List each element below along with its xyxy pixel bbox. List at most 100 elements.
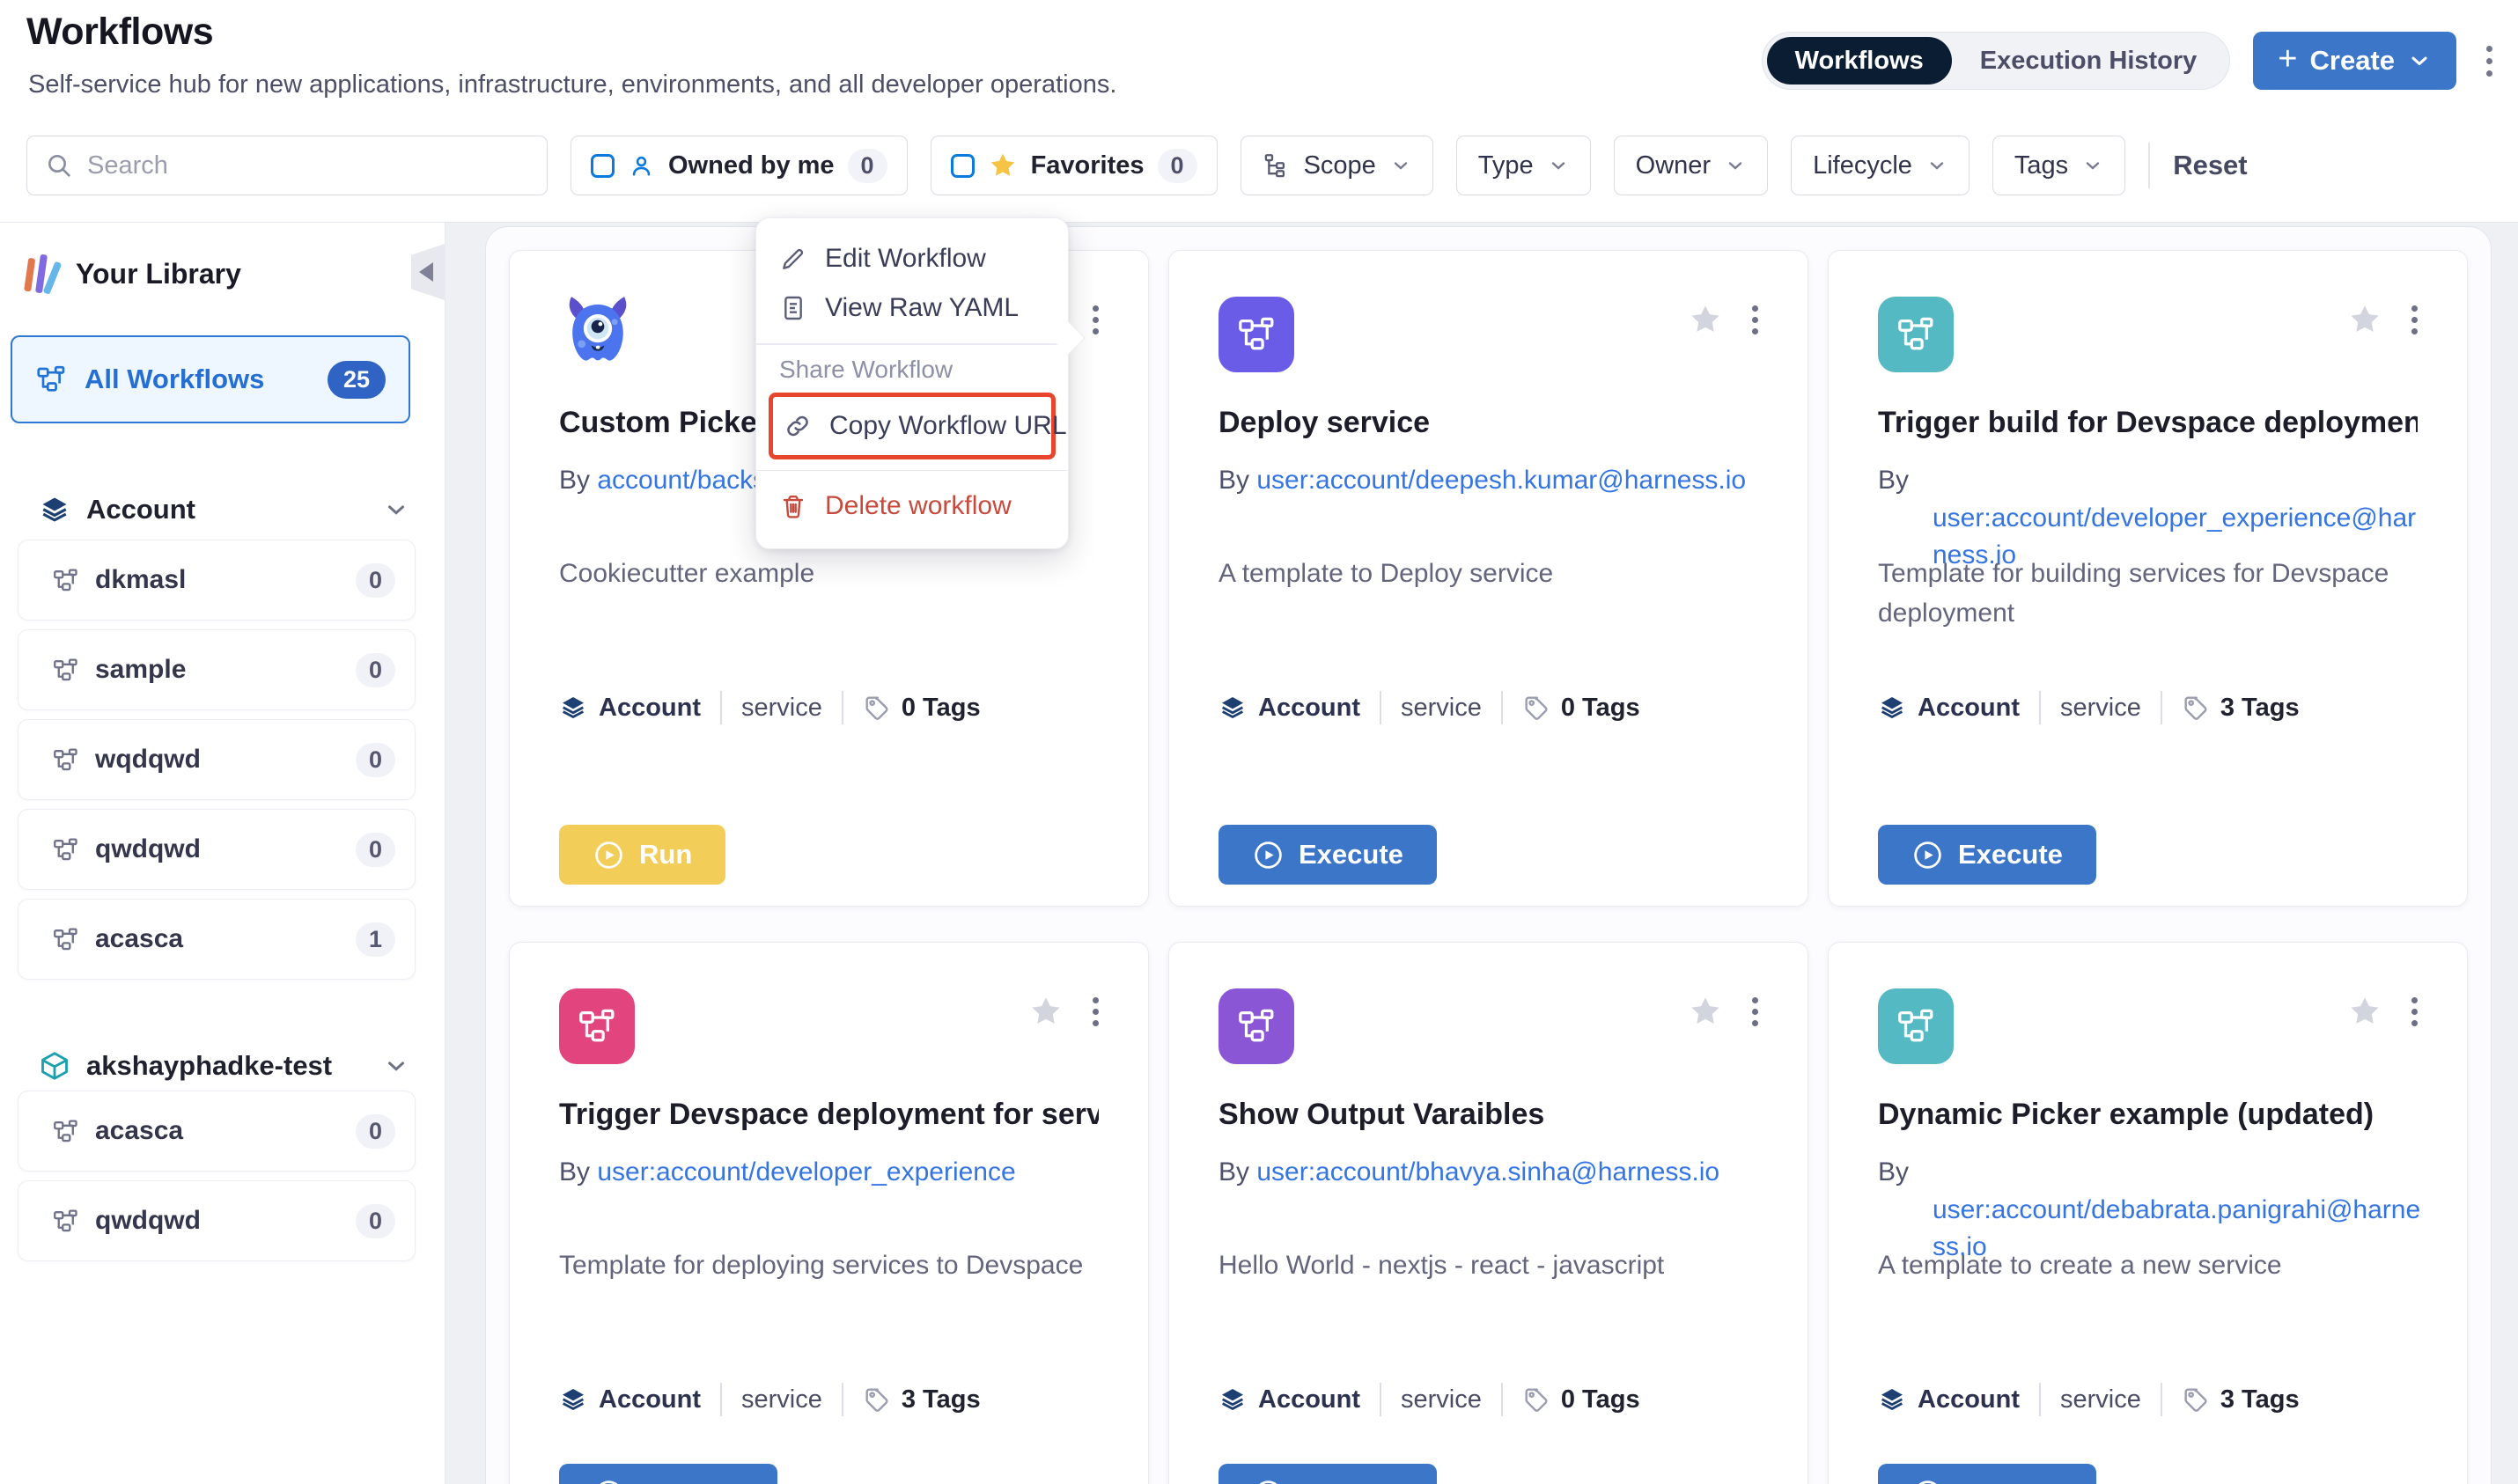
library-header: Your Library xyxy=(26,254,241,293)
tag-icon xyxy=(1522,694,1550,722)
favorite-star-icon[interactable] xyxy=(2347,994,2382,1029)
tab-execution-history[interactable]: Execution History xyxy=(1952,37,2226,84)
workflow-description: Hello World - nextjs - react - javascrip… xyxy=(1219,1245,1758,1285)
sidebar-section-akshayphadke-test[interactable]: akshayphadke-test xyxy=(39,1050,409,1082)
header-actions: Workflows Execution History + Create xyxy=(1762,32,2499,90)
card-kebab-menu-icon[interactable] xyxy=(1748,305,1762,334)
layers-icon xyxy=(1219,694,1247,722)
owner-link[interactable]: user:account/developer_experience xyxy=(597,1157,1015,1186)
lifecycle-dropdown[interactable]: Lifecycle xyxy=(1791,136,1969,195)
sidebar-item-acasca[interactable]: acasca 1 xyxy=(18,899,416,980)
card-kebab-menu-icon[interactable] xyxy=(1088,305,1102,334)
owner-link[interactable]: account/backs xyxy=(597,466,766,495)
chevron-down-icon xyxy=(1926,155,1947,176)
page-subtitle: Self-service hub for new applications, i… xyxy=(28,70,1116,99)
scope-dropdown[interactable]: Scope xyxy=(1241,136,1433,195)
item-count-badge: 0 xyxy=(356,563,395,598)
sidebar-item-dkmasl[interactable]: dkmasl 0 xyxy=(18,540,416,621)
workflow-type-icon xyxy=(1219,988,1294,1064)
workflow-title: Trigger build for Devspace deployment xyxy=(1878,406,2418,440)
workflow-icon xyxy=(52,1118,79,1145)
scope-icon xyxy=(1263,152,1290,180)
execute-button[interactable]: Execute xyxy=(1219,825,1437,885)
chevron-down-icon xyxy=(2407,48,2432,73)
sidebar-item-acasca-2[interactable]: acasca 0 xyxy=(18,1091,416,1172)
layers-icon xyxy=(559,1385,587,1414)
menu-item-delete-workflow[interactable]: Delete workflow xyxy=(779,481,1045,531)
workflow-icon xyxy=(52,746,79,774)
menu-item-edit-workflow[interactable]: Edit Workflow xyxy=(779,234,1045,283)
workflow-description: Cookiecutter example xyxy=(559,554,1099,593)
owner-dropdown[interactable]: Owner xyxy=(1614,136,1768,195)
tag-icon xyxy=(863,1385,891,1414)
workflow-owner-line: By user:account/bhavya.sinha@harness.io xyxy=(1219,1154,1763,1192)
akshayphadke-test-items: acasca 0 qwdqwd 0 xyxy=(18,1091,416,1261)
tag-icon xyxy=(2182,1385,2210,1414)
owner-link[interactable]: user:account/deepesh.kumar@harness.io xyxy=(1256,466,1746,495)
run-button[interactable]: Run xyxy=(559,825,725,885)
favorites-checkbox[interactable] xyxy=(951,154,975,178)
workflow-icon xyxy=(52,657,79,684)
card-kebab-menu-icon[interactable] xyxy=(1088,997,1102,1026)
layers-icon xyxy=(1878,1385,1906,1414)
workflow-card-trigger-build: Trigger build for Devspace deployment By… xyxy=(1828,250,2468,907)
create-button[interactable]: + Create xyxy=(2253,32,2456,90)
search-input[interactable] xyxy=(87,151,529,180)
workflow-meta: Account service 0 Tags xyxy=(559,691,1116,724)
favorite-star-icon[interactable] xyxy=(1688,994,1723,1029)
menu-item-copy-workflow-url[interactable]: Copy Workflow URL xyxy=(784,401,1041,451)
favorite-star-icon[interactable] xyxy=(1028,994,1064,1029)
tab-workflows[interactable]: Workflows xyxy=(1767,37,1952,84)
play-icon xyxy=(1911,1478,1944,1484)
execute-button[interactable]: Execute xyxy=(1219,1464,1437,1484)
card-kebab-menu-icon[interactable] xyxy=(1748,997,1762,1026)
tag-icon xyxy=(1522,1385,1550,1414)
header-kebab-menu-icon[interactable] xyxy=(2479,46,2499,77)
workflow-meta: Account service 3 Tags xyxy=(1878,1383,2435,1416)
sidebar-item-qwdqwd-2[interactable]: qwdqwd 0 xyxy=(18,1180,416,1261)
library-title: Your Library xyxy=(76,258,241,290)
chevron-down-icon[interactable] xyxy=(383,1053,409,1079)
plus-icon: + xyxy=(2278,42,2297,76)
workflow-icon xyxy=(35,364,67,395)
type-dropdown[interactable]: Type xyxy=(1456,136,1591,195)
chevron-down-icon xyxy=(1548,155,1569,176)
cube-icon xyxy=(39,1050,70,1082)
item-count-badge: 1 xyxy=(356,922,395,957)
favorite-star-icon[interactable] xyxy=(1688,302,1723,337)
document-icon xyxy=(779,294,807,322)
workflow-meta: Account service 3 Tags xyxy=(1878,691,2435,724)
chevron-down-icon xyxy=(1390,155,1411,176)
workflow-icon xyxy=(52,1208,79,1235)
owned-by-me-filter[interactable]: Owned by me 0 xyxy=(571,136,908,195)
search-icon xyxy=(45,151,73,180)
favorite-star-icon[interactable] xyxy=(2347,302,2382,337)
tags-dropdown[interactable]: Tags xyxy=(1992,136,2125,195)
sidebar-collapse-button[interactable] xyxy=(411,244,445,300)
play-icon xyxy=(593,839,625,871)
view-toggle: Workflows Execution History xyxy=(1762,32,2231,90)
chevron-down-icon[interactable] xyxy=(383,496,409,523)
workflow-title: Trigger Devspace deployment for services xyxy=(559,1098,1099,1132)
trash-icon xyxy=(779,492,807,520)
execute-button[interactable]: Execute xyxy=(559,1464,777,1484)
owned-by-me-checkbox[interactable] xyxy=(591,154,615,178)
owner-link[interactable]: user:account/bhavya.sinha@harness.io xyxy=(1256,1157,1719,1186)
sidebar-item-all-workflows[interactable]: All Workflows 25 xyxy=(11,335,410,423)
favorites-filter[interactable]: Favorites 0 xyxy=(931,136,1218,195)
sidebar-item-wqdqwd[interactable]: wqdqwd 0 xyxy=(18,719,416,800)
execute-button[interactable]: Execute xyxy=(1878,1464,2096,1484)
card-kebab-menu-icon[interactable] xyxy=(2407,305,2421,334)
layers-icon xyxy=(559,694,587,722)
workflow-description: A template to Deploy service xyxy=(1219,554,1758,593)
card-kebab-menu-icon[interactable] xyxy=(2407,997,2421,1026)
workflow-icon xyxy=(52,926,79,953)
layers-icon xyxy=(39,494,70,525)
reset-filters-button[interactable]: Reset xyxy=(2173,150,2247,181)
workflow-title: Dynamic Picker example (updated) xyxy=(1878,1098,2418,1132)
menu-item-view-raw-yaml[interactable]: View Raw YAML xyxy=(779,283,1045,333)
sidebar-item-sample[interactable]: sample 0 xyxy=(18,629,416,710)
sidebar-item-qwdqwd[interactable]: qwdqwd 0 xyxy=(18,809,416,890)
execute-button[interactable]: Execute xyxy=(1878,825,2096,885)
sidebar-section-account[interactable]: Account xyxy=(39,494,409,525)
